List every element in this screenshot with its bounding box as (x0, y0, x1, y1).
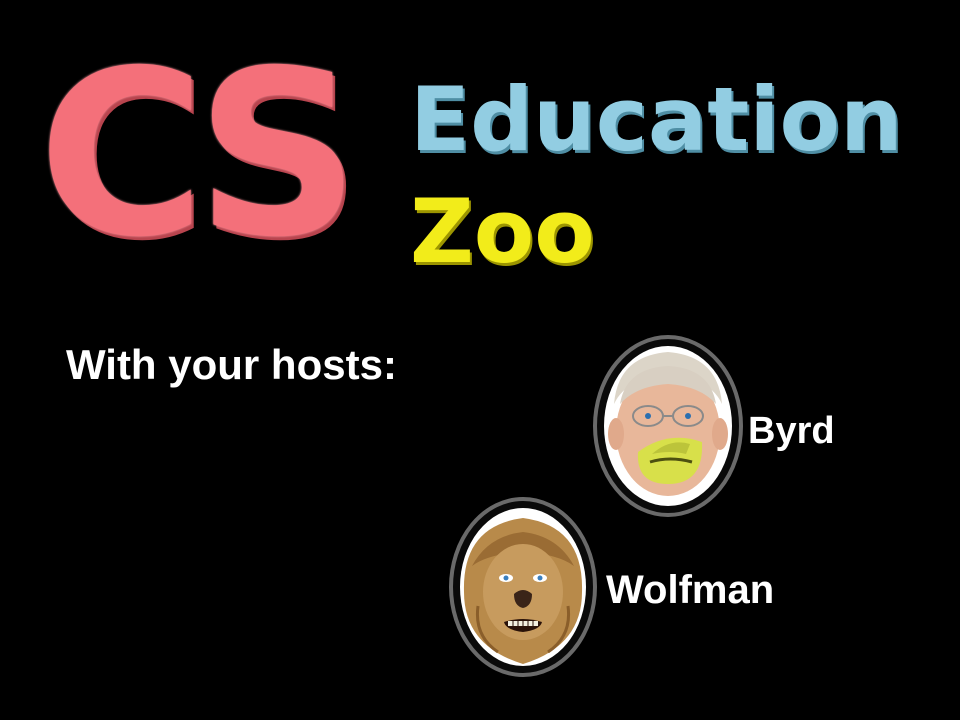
wolfman-portrait-icon (449, 497, 597, 677)
logo-zoo-text: Zoo (410, 180, 595, 283)
hosts-heading: With your hosts: (66, 341, 397, 388)
logo-education-text: Education (410, 68, 903, 171)
logo-cs-text: CS (38, 21, 360, 287)
byrd-portrait-icon (593, 335, 743, 517)
host-name-wolfman: Wolfman (606, 568, 775, 612)
host-name-byrd: Byrd (748, 410, 835, 452)
title-slide: CS Education Zoo With your hosts: Byrd W… (0, 0, 960, 720)
